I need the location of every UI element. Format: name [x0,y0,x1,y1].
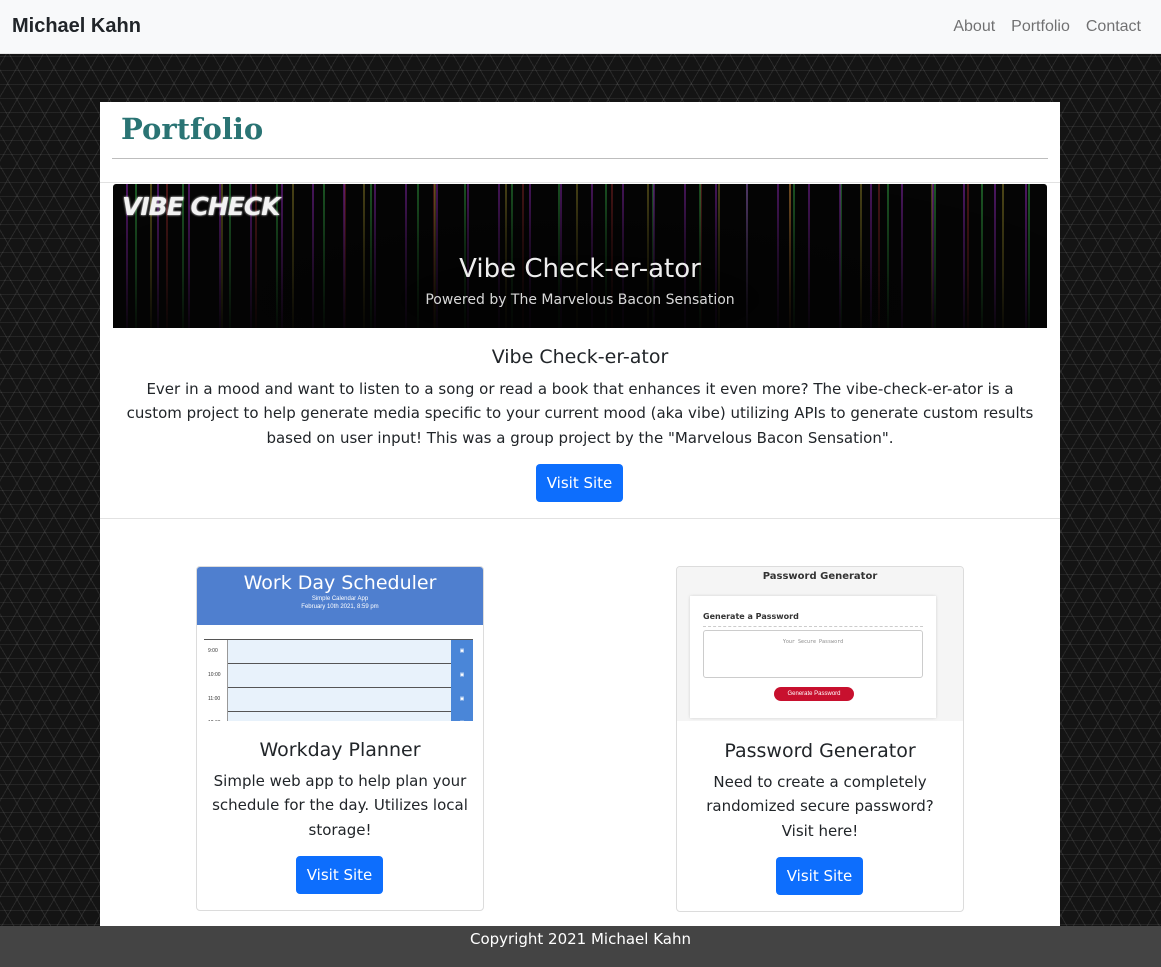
save-icon: ▣ [451,712,473,721]
section-divider [100,182,1060,183]
card-title-workday-planner: Workday Planner [259,739,421,761]
title-divider [112,158,1048,159]
visit-site-button-workday-planner[interactable]: Visit Site [296,856,383,894]
password-generator-screenshot: Password Generator Generate a Password Y… [677,567,963,721]
visit-site-button-vibe-check[interactable]: Visit Site [536,464,623,502]
brand-link[interactable]: Michael Kahn [12,15,141,38]
project-card-workday-planner: Work Day Scheduler Simple Calendar App F… [196,566,484,911]
save-icon: ▣ [451,640,473,664]
nav-links: About Portfolio Contact [945,18,1149,36]
card-title-password-generator: Password Generator [724,740,916,762]
workday-scheduler-screenshot: Work Day Scheduler Simple Calendar App F… [197,567,483,721]
vibe-check-banner-image: VIBE CHECK Vibe Check-er-ator Powered by… [113,184,1047,328]
featured-project-title: Vibe Check-er-ator [491,346,669,368]
page-title: Portfolio [121,112,264,146]
nav-link-contact[interactable]: Contact [1078,18,1149,36]
visit-site-button-password-generator[interactable]: Visit Site [776,857,863,895]
nav-link-about[interactable]: About [945,18,1003,36]
navbar: Michael Kahn About Portfolio Contact [0,0,1161,54]
scheduler-row: 11:00 ▣ [204,688,473,712]
thumb-scheduler-title: Work Day Scheduler [243,572,437,594]
scheduler-row: 10:00 ▣ [204,664,473,688]
scheduler-grid: 9:00▣ 10:00▣ 11:00▣ 12:00▣ [204,639,473,721]
scheduler-row: 9:00 ▣ [204,640,473,664]
featured-divider [100,518,1060,519]
vibe-check-logo: VIBE CHECK [122,192,281,221]
copyright-text: Copyright 2021 Michael Kahn [469,930,691,948]
save-icon: ▣ [451,688,473,712]
portfolio-section: Portfolio VIBE CHECK Vibe Check-er-ator … [100,102,1060,927]
footer: Copyright 2021 Michael Kahn [0,926,1161,967]
scheduler-row: 12:00▣ [204,712,473,721]
banner-title: Vibe Check-er-ator [459,254,701,284]
card-description-password-generator: Need to create a completely randomized s… [706,773,934,840]
nav-link-portfolio[interactable]: Portfolio [1003,18,1078,36]
banner-subtitle: Powered by The Marvelous Bacon Sensation [425,292,735,308]
project-card-password-generator: Password Generator Generate a Password Y… [676,566,964,912]
card-description-workday-planner: Simple web app to help plan your schedul… [212,772,468,839]
featured-project-description: Ever in a mood and want to listen to a s… [126,380,1034,447]
save-icon: ▣ [451,664,473,688]
